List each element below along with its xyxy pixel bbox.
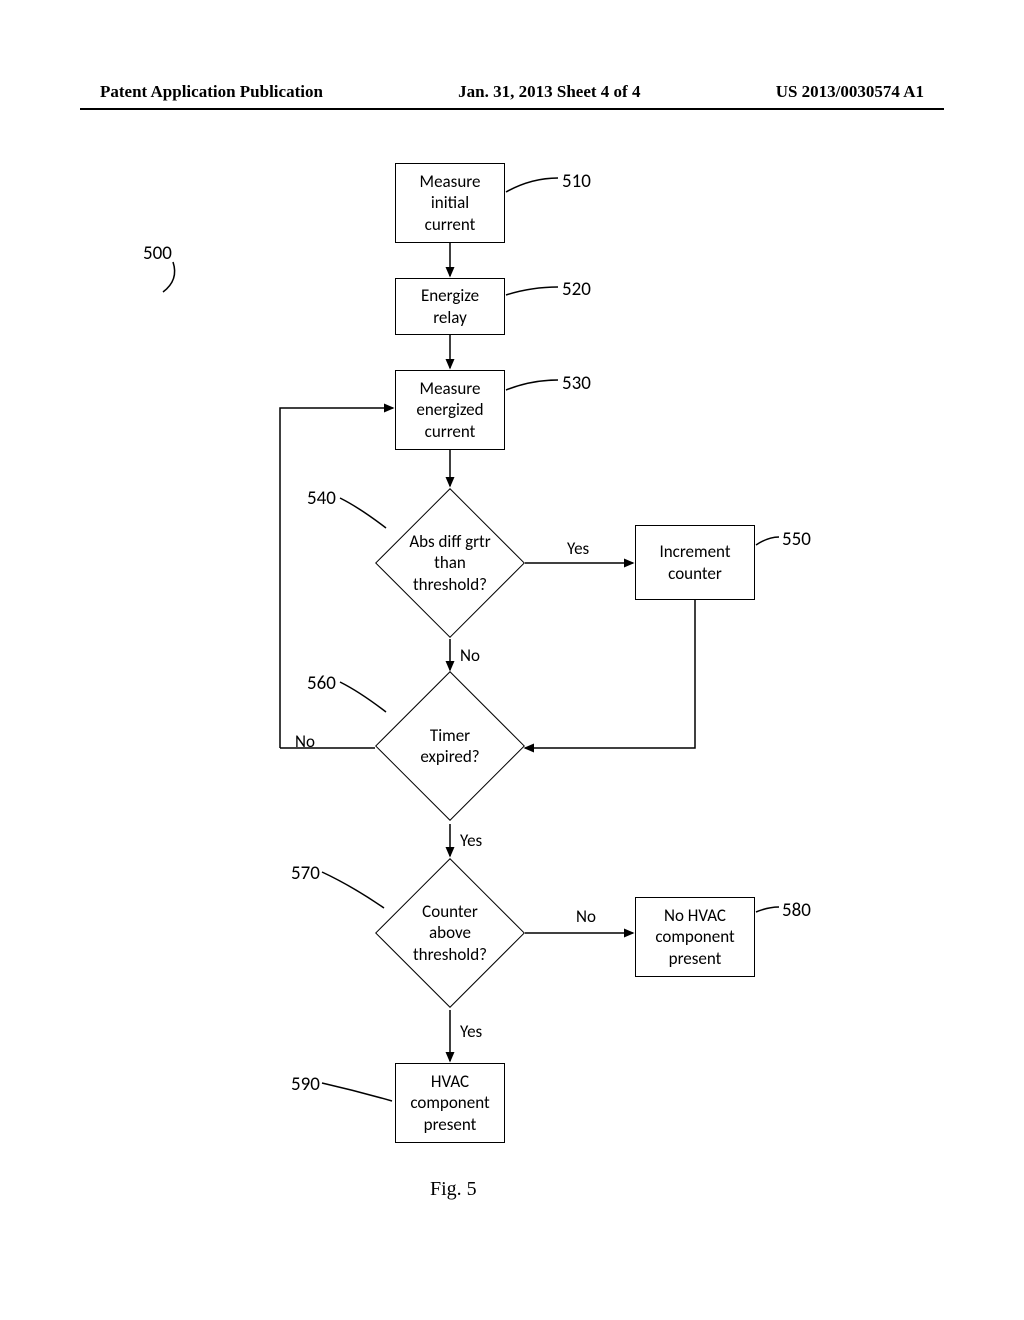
flowchart: 500 Measure initial current 510 Energize… [0, 0, 1024, 1320]
flowchart-arrows [0, 0, 1024, 1320]
